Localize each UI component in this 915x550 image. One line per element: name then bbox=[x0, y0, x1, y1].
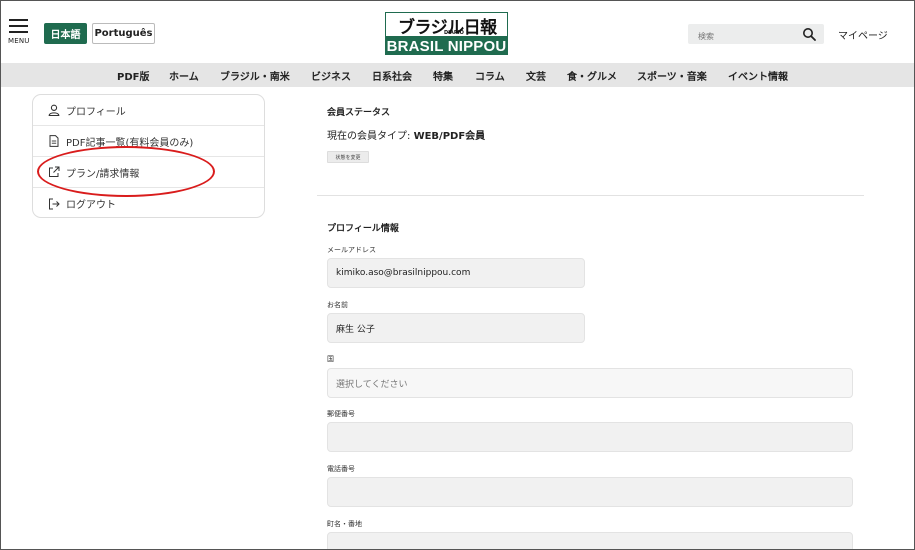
membership-type: 現在の会員タイプ: WEB/PDF会員 bbox=[327, 127, 485, 142]
email-label: メールアドレス bbox=[327, 246, 376, 254]
search-box bbox=[688, 24, 824, 47]
nav-item-sports[interactable]: スポーツ・音楽 bbox=[637, 68, 707, 83]
membership-status-title: 会員ステータス bbox=[327, 108, 391, 118]
logo-title-en: BRASIL NIPPOU bbox=[385, 37, 508, 55]
nav-item-literature[interactable]: 文芸 bbox=[526, 68, 546, 83]
sidebar-item-label: プロフィール bbox=[66, 106, 126, 118]
membership-type-prefix: 現在の会員タイプ: bbox=[327, 131, 414, 142]
mypage-link[interactable]: マイページ bbox=[838, 27, 888, 42]
document-icon bbox=[49, 135, 59, 147]
language-japanese-button[interactable]: 日本語 bbox=[44, 23, 87, 44]
nav-item-events[interactable]: イベント情報 bbox=[728, 68, 788, 83]
email-field[interactable]: kimiko.aso@brasilnippou.com bbox=[327, 258, 585, 288]
nav-item-food[interactable]: 食・グルメ bbox=[567, 68, 617, 83]
postal-code-field[interactable] bbox=[327, 422, 853, 452]
search-icon[interactable] bbox=[802, 27, 816, 41]
country-select[interactable]: 選択してください bbox=[327, 368, 853, 398]
sidebar-item-plan-billing[interactable]: プラン/請求情報 bbox=[33, 157, 264, 188]
external-link-icon bbox=[49, 166, 60, 177]
hamburger-icon-bar bbox=[9, 31, 28, 33]
phone-label: 電話番号 bbox=[327, 465, 355, 473]
country-label: 国 bbox=[327, 355, 334, 363]
nav-item-business[interactable]: ビジネス bbox=[311, 68, 351, 83]
site-header: MENU 日本語 Português ブラジル日報 DIÁRIO BRASIL … bbox=[1, 1, 914, 63]
hamburger-icon bbox=[9, 19, 28, 21]
nav-item-column[interactable]: コラム bbox=[475, 68, 505, 83]
sidebar-item-label: ログアウト bbox=[66, 200, 116, 211]
logo-diario: DIÁRIO bbox=[444, 30, 464, 36]
main-nav: PDF版 ホーム ブラジル・南米 ビジネス 日系社会 特集 コラム 文芸 食・グ… bbox=[1, 63, 914, 87]
address-label: 町名・番地 bbox=[327, 520, 362, 528]
nav-item-brazil[interactable]: ブラジル・南米 bbox=[220, 68, 290, 83]
sidebar-item-label: PDF記事一覧(有料会員のみ) bbox=[66, 137, 194, 149]
page-frame: MENU 日本語 Português ブラジル日報 DIÁRIO BRASIL … bbox=[0, 0, 915, 550]
account-sidebar: プロフィール PDF記事一覧(有料会員のみ) プラン/請求情報 ログアウト bbox=[32, 94, 265, 218]
menu-label: MENU bbox=[8, 37, 30, 45]
menu-button[interactable] bbox=[9, 19, 31, 37]
change-status-button[interactable]: 状態を変更 bbox=[327, 151, 369, 163]
name-field[interactable]: 麻生 公子 bbox=[327, 313, 585, 343]
language-portuguese-button[interactable]: Português bbox=[92, 23, 155, 44]
search-input[interactable] bbox=[688, 26, 798, 47]
name-label: お名前 bbox=[327, 301, 348, 309]
sidebar-item-profile[interactable]: プロフィール bbox=[33, 95, 264, 126]
phone-field[interactable] bbox=[327, 477, 853, 507]
nav-item-home[interactable]: ホーム bbox=[169, 68, 199, 83]
logout-icon bbox=[49, 198, 60, 209]
sidebar-item-pdf-articles[interactable]: PDF記事一覧(有料会員のみ) bbox=[33, 126, 264, 157]
user-icon bbox=[48, 104, 60, 116]
membership-type-value: WEB/PDF会員 bbox=[413, 131, 486, 142]
nav-item-pdf[interactable]: PDF版 bbox=[117, 68, 149, 83]
hamburger-icon-bar bbox=[9, 25, 28, 27]
profile-info-title: プロフィール情報 bbox=[327, 224, 399, 234]
nav-item-feature[interactable]: 特集 bbox=[433, 68, 453, 83]
nav-item-nikkei[interactable]: 日系社会 bbox=[372, 68, 412, 83]
site-logo[interactable]: ブラジル日報 DIÁRIO BRASIL NIPPOU bbox=[385, 12, 508, 55]
sidebar-item-label: プラン/請求情報 bbox=[66, 168, 140, 180]
sidebar-item-logout[interactable]: ログアウト bbox=[33, 188, 264, 219]
address-field[interactable] bbox=[327, 532, 853, 549]
logo-top: ブラジル日報 DIÁRIO bbox=[385, 12, 508, 38]
section-divider bbox=[317, 195, 864, 196]
postal-code-label: 郵便番号 bbox=[327, 410, 355, 418]
